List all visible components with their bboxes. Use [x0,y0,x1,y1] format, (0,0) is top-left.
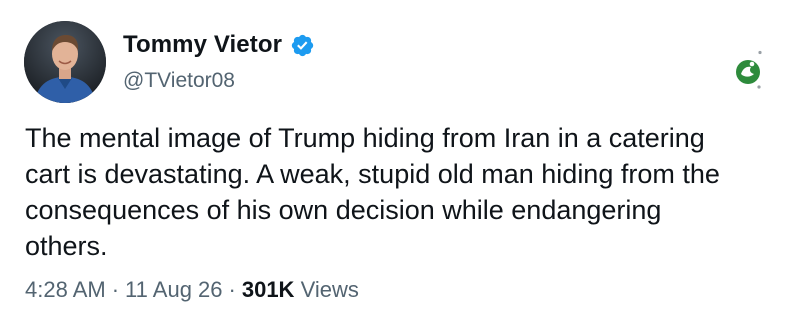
views-label: Views [300,277,359,302]
display-name[interactable]: Tommy Vietor [123,31,282,59]
avatar[interactable] [24,21,106,103]
meta-separator: · [228,277,236,302]
channel-logo-icon [733,50,767,90]
tweet-time[interactable]: 4:28 AM [25,277,106,303]
tweet-meta: 4:28 AM · 11 Aug 26 · 301K Views [25,277,359,303]
tweet-card: Tommy Vietor @TVietor08 The mental image… [0,0,800,323]
author-handle[interactable]: @TVietor08 [123,69,235,93]
tweet-date[interactable]: 11 Aug 26 [125,277,222,303]
verified-check-icon [290,33,315,58]
meta-separator: · [111,277,120,302]
views[interactable]: 301K Views [242,277,359,303]
views-count: 301K [241,277,295,302]
author-name-row: Tommy Vietor [123,30,315,60]
tweet-text: The mental image of Trump hiding from Ir… [25,123,720,261]
